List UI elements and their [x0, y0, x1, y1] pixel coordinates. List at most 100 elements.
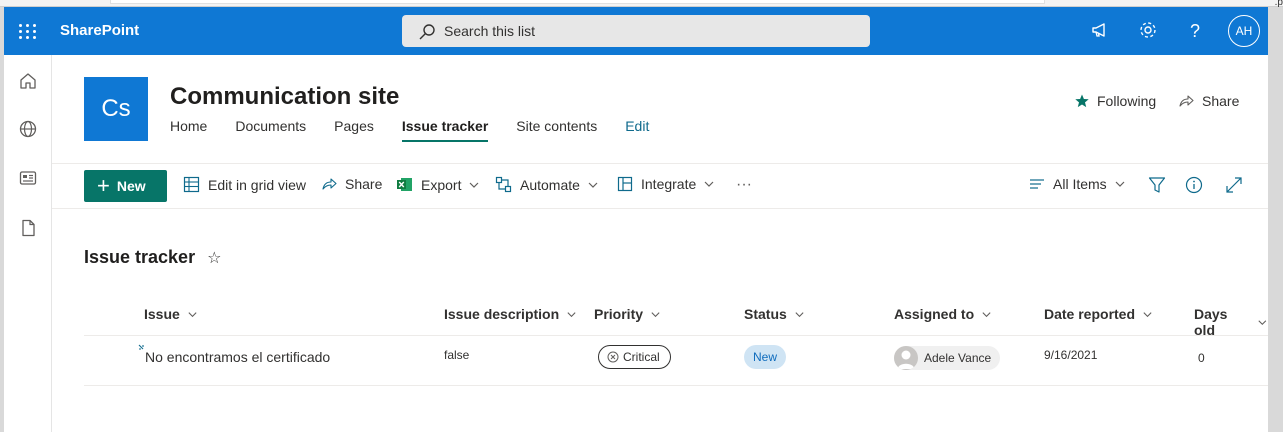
gear-icon[interactable] — [1136, 19, 1160, 43]
site-logo[interactable]: Cs — [84, 77, 148, 141]
command-bar: + New Edit in grid view Share Export Aut… — [52, 168, 1268, 204]
new-label: New — [116, 178, 146, 194]
col-header-issue-description[interactable]: Issue description — [444, 306, 577, 322]
integrate-label: Integrate — [641, 176, 697, 192]
info-icon[interactable] — [1185, 176, 1211, 194]
row-divider-bottom — [84, 385, 1268, 386]
status-badge: New — [744, 345, 787, 369]
following-button[interactable]: Following — [1074, 93, 1156, 109]
col-header-assigned-to[interactable]: Assigned to — [894, 306, 992, 322]
suite-bar: SharePoint ? AH — [4, 7, 1268, 55]
header-divider — [52, 163, 1268, 164]
edit-grid-button[interactable]: Edit in grid view — [183, 176, 306, 193]
col-header-date-reported[interactable]: Date reported — [1044, 306, 1153, 322]
site-navigation: Home Documents Pages Issue tracker Site … — [170, 118, 677, 142]
nav-pages[interactable]: Pages — [334, 118, 374, 142]
following-label: Following — [1097, 93, 1157, 109]
site-title[interactable]: Communication site — [170, 83, 399, 111]
chevron-down-icon — [651, 311, 660, 317]
help-icon[interactable]: ? — [1183, 19, 1207, 43]
favorite-star-icon[interactable]: ☆ — [207, 248, 221, 268]
export-label: Export — [421, 176, 462, 193]
chevron-down-icon — [188, 311, 197, 317]
address-strip — [110, 0, 1045, 4]
search-input[interactable] — [444, 15, 844, 47]
integrate-button[interactable]: Integrate — [617, 176, 715, 192]
more-options-button[interactable]: ··· — [736, 176, 752, 194]
user-avatar[interactable]: AH — [1228, 15, 1260, 47]
priority-label: Critical — [623, 350, 660, 364]
news-icon[interactable] — [18, 168, 38, 188]
share-icon — [322, 178, 337, 190]
edge-fragment: .p — [1274, 0, 1283, 8]
integrate-icon — [617, 176, 633, 192]
chevron-down-icon — [982, 311, 991, 317]
star-icon — [1075, 94, 1089, 108]
page-icon[interactable] — [18, 218, 38, 238]
export-button[interactable]: Export — [396, 176, 480, 193]
col-label-date-reported: Date reported — [1044, 306, 1136, 322]
cell-date-reported: 9/16/2021 — [1044, 348, 1098, 362]
chevron-down-icon — [1143, 311, 1152, 317]
expand-icon[interactable] — [1225, 176, 1251, 194]
left-app-rail — [4, 55, 52, 432]
main-content: Cs Communication site Home Documents Pag… — [52, 55, 1268, 432]
view-label: All Items — [1053, 176, 1107, 192]
search-box[interactable] — [402, 15, 870, 47]
view-icon — [1030, 179, 1044, 189]
cell-issue[interactable]: No encontramos el certificado — [145, 349, 330, 365]
globe-icon[interactable] — [18, 119, 38, 139]
chevron-down-icon — [588, 182, 598, 188]
chevron-down-icon — [795, 311, 804, 317]
col-label-issue-description: Issue description — [444, 306, 560, 322]
app-brand[interactable]: SharePoint — [60, 22, 139, 39]
waffle-icon[interactable] — [18, 21, 38, 41]
filter-icon[interactable] — [1148, 176, 1174, 194]
automate-label: Automate — [520, 176, 580, 193]
assigned-name: Adele Vance — [924, 351, 992, 365]
list-title-row: Issue tracker ☆ — [84, 247, 221, 268]
nav-issue-tracker[interactable]: Issue tracker — [401, 118, 489, 142]
plus-icon: + — [97, 173, 110, 198]
chevron-down-icon — [1258, 319, 1267, 325]
nav-documents[interactable]: Documents — [235, 118, 306, 142]
nav-edit-link[interactable]: Edit — [625, 118, 649, 142]
col-header-issue[interactable]: Issue — [144, 306, 198, 322]
home-icon[interactable] — [18, 71, 38, 91]
priority-badge: Critical — [598, 345, 671, 369]
share-site-button[interactable]: Share — [1178, 93, 1239, 109]
share-list-label: Share — [345, 176, 383, 192]
col-header-status[interactable]: Status — [744, 306, 805, 322]
share-icon — [1179, 95, 1194, 107]
automate-icon — [495, 176, 512, 193]
col-label-priority: Priority — [594, 306, 644, 322]
commandbar-divider — [52, 208, 1268, 209]
sharepoint-window: SharePoint ? AH Cs Communication site Ho… — [4, 7, 1268, 432]
search-icon — [419, 24, 435, 40]
row-divider-top — [84, 335, 1268, 336]
cell-days-old: 0 — [1198, 351, 1205, 365]
col-header-days-old[interactable]: Days old — [1194, 306, 1268, 338]
col-header-priority[interactable]: Priority — [594, 306, 661, 322]
person-avatar-icon — [894, 346, 918, 370]
col-label-status: Status — [744, 306, 787, 322]
browser-top-strip: .p — [0, 0, 1283, 8]
cell-issue-description: false — [444, 348, 470, 362]
col-label-issue: Issue — [144, 306, 180, 322]
new-button[interactable]: + New — [84, 170, 167, 202]
nav-home[interactable]: Home — [170, 118, 207, 142]
grid-icon — [183, 176, 200, 193]
megaphone-icon[interactable] — [1088, 19, 1112, 43]
dismiss-circle-icon — [607, 351, 619, 363]
chevron-down-icon — [567, 311, 576, 317]
col-label-days-old: Days old — [1194, 306, 1228, 338]
chevron-down-icon — [1115, 181, 1125, 187]
excel-icon — [397, 178, 412, 191]
automate-button[interactable]: Automate — [495, 176, 599, 193]
view-selector[interactable]: All Items — [1029, 176, 1126, 192]
edit-grid-label: Edit in grid view — [208, 176, 307, 193]
nav-site-contents[interactable]: Site contents — [516, 118, 597, 142]
share-list-button[interactable]: Share — [321, 176, 382, 192]
assigned-person-pill[interactable]: Adele Vance — [894, 346, 1001, 370]
list-title: Issue tracker — [84, 247, 196, 267]
